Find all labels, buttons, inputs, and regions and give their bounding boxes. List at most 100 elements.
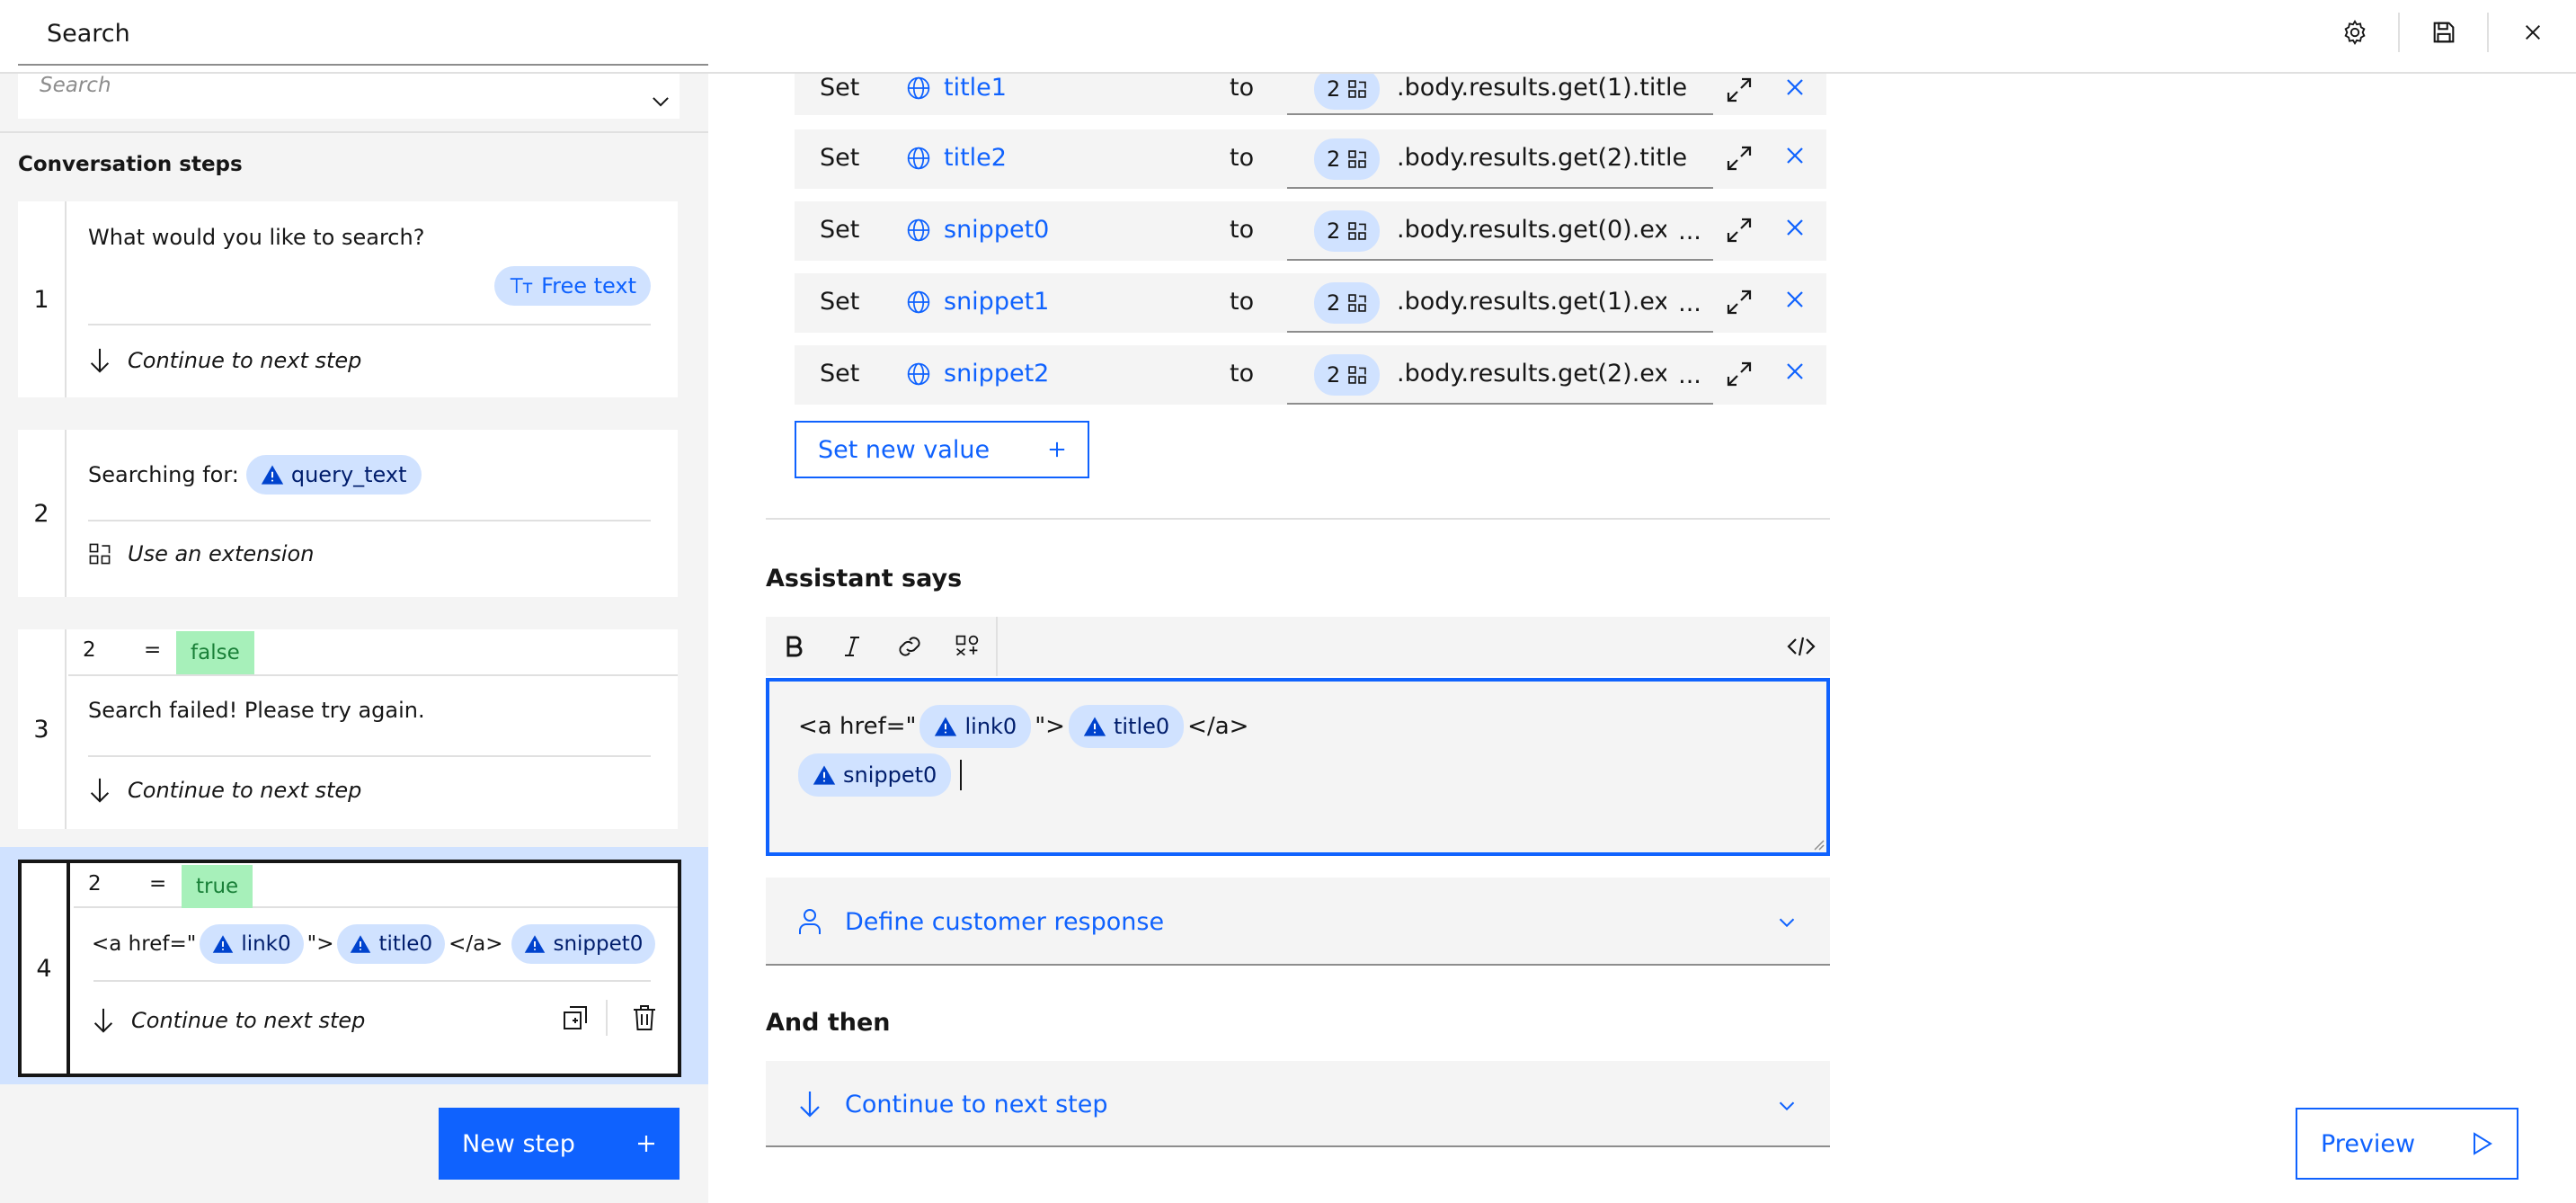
step-text: Search failed! Please try again. [88,698,425,723]
step-next-action: Use an extension [88,541,314,566]
save-button[interactable] [2400,0,2487,65]
play-icon [2474,1132,2492,1155]
conversation-step-4[interactable]: 4 2 = true <a href=" link0 "> title0 </a… [18,860,681,1077]
variable-name[interactable]: title1 [906,74,1007,102]
title-underline [18,64,708,66]
new-step-button[interactable]: New step [439,1108,680,1180]
step-number: 2 [18,430,67,597]
delete-step-button[interactable] [631,1003,658,1036]
variable-pill[interactable]: link0 [200,924,304,964]
selected-step-highlight: 4 2 = true <a href=" link0 "> title0 </a… [0,847,708,1084]
divider [93,980,651,982]
gear-icon [2343,20,2366,45]
variable-pill[interactable]: link0 [919,705,1032,748]
and-then-heading: And then [766,1009,891,1037]
extension-icon [1348,366,1367,384]
truncation-ellipsis: ... [1666,345,1713,403]
divider [996,617,998,676]
step-next-action: Continue to next step [88,777,361,804]
step-condition: 2 = false [68,629,678,676]
top-actions [2311,0,2576,65]
expand-icon[interactable] [1725,360,1754,388]
divider [88,755,651,757]
text-type-icon [510,278,533,293]
warning-icon [935,717,957,736]
expression-field[interactable]: 2 .body.results.get(1).title [1287,74,1713,115]
variable-name[interactable]: title2 [906,144,1007,172]
page-title[interactable]: Search [47,20,130,48]
variable-name[interactable]: snippet0 [906,216,1049,244]
close-button[interactable] [2489,0,2576,65]
warning-icon [351,935,371,953]
step-next-action: Continue to next step [88,347,361,374]
truncation-ellipsis: ... [1666,201,1713,259]
step-next-action: Continue to next step [92,1007,365,1034]
warning-icon [813,765,836,785]
bold-button[interactable] [766,617,823,676]
conversation-step-1[interactable]: 1 What would you like to search? Free te… [18,201,678,397]
link-icon [899,637,920,656]
step-reference-pill: 2 [1314,74,1381,110]
free-text-badge: Free text [494,266,651,306]
remove-icon[interactable] [1785,77,1805,97]
step-reference-pill: 2 [1314,138,1381,180]
expand-icon[interactable] [1725,288,1754,316]
variable-pill[interactable]: title0 [337,924,446,964]
bold-icon [786,636,803,657]
conversation-step-2[interactable]: 2 Searching for: query_text Use an exten… [18,430,678,597]
step-number: 1 [18,201,67,397]
duplicate-step-button[interactable] [561,1003,590,1036]
conversation-steps-heading: Conversation steps [18,153,243,176]
remove-icon[interactable] [1785,218,1805,237]
set-new-value-button[interactable]: Set new value [795,421,1089,478]
step-number: 3 [18,629,67,829]
resize-handle-icon[interactable] [1812,838,1825,851]
code-icon [1787,637,1816,656]
link-button[interactable] [881,617,938,676]
expand-icon[interactable] [1725,216,1754,245]
insert-variable-button[interactable] [938,617,996,676]
variable-pill[interactable]: snippet0 [511,924,656,964]
remove-icon[interactable] [1785,290,1805,309]
assistant-response-editor[interactable]: <a href=" link0 "> title0 </a> snippet0 [766,678,1830,856]
divider [766,518,1830,520]
expand-icon[interactable] [1725,144,1754,173]
globe-icon [907,147,930,169]
expression-field[interactable]: 2 .body.results.get(2).excerpt ... [1287,345,1713,405]
save-icon [2433,22,2454,43]
editor-line: snippet0 [798,753,963,797]
search-placeholder: Search [40,74,111,97]
assistant-says-heading: Assistant says [766,565,963,593]
conversation-step-3[interactable]: 3 2 = false Search failed! Please try ag… [18,629,678,829]
expression-field[interactable]: 2 .body.results.get(0).excerpt ... [1287,201,1713,261]
define-customer-response-accordion[interactable]: Define customer response [766,878,1830,966]
variable-name[interactable]: snippet2 [906,360,1049,388]
code-view-button[interactable] [1772,617,1830,676]
variable-name[interactable]: snippet1 [906,288,1049,316]
italic-button[interactable] [823,617,881,676]
settings-button[interactable] [2311,0,2398,65]
remove-icon[interactable] [1785,361,1805,381]
variable-pill[interactable]: title0 [1068,705,1185,748]
divider [0,131,708,133]
warning-icon [1083,717,1106,736]
plus-icon [638,1136,654,1152]
step-search-dropdown[interactable]: Search [18,74,680,119]
copy-icon [564,1006,587,1029]
variable-pill[interactable]: snippet0 [798,753,952,797]
and-then-accordion[interactable]: Continue to next step [766,1061,1830,1147]
left-panel: Search Conversation steps 1 What would y… [0,74,708,1203]
remove-icon[interactable] [1785,146,1805,165]
step-reference-pill: 2 [1314,210,1381,252]
arrow-down-icon [90,778,110,803]
expand-icon[interactable] [1725,76,1754,104]
step-text: What would you like to search? [88,225,425,250]
expression-field[interactable]: 2 .body.results.get(2).title [1287,129,1713,189]
plus-icon [1049,441,1065,458]
variable-pill[interactable]: query_text [245,455,422,495]
step-editor-panel: Set title1 to 2 .body.results.get(1).tit… [708,74,2576,1203]
rich-text-toolbar [766,617,1830,676]
expression-field[interactable]: 2 .body.results.get(1).excerpt ... [1287,273,1713,333]
set-variable-row: Set snippet1 to 2 .body.results.get(1).e… [795,273,1826,333]
preview-button[interactable]: Preview [2296,1108,2518,1180]
